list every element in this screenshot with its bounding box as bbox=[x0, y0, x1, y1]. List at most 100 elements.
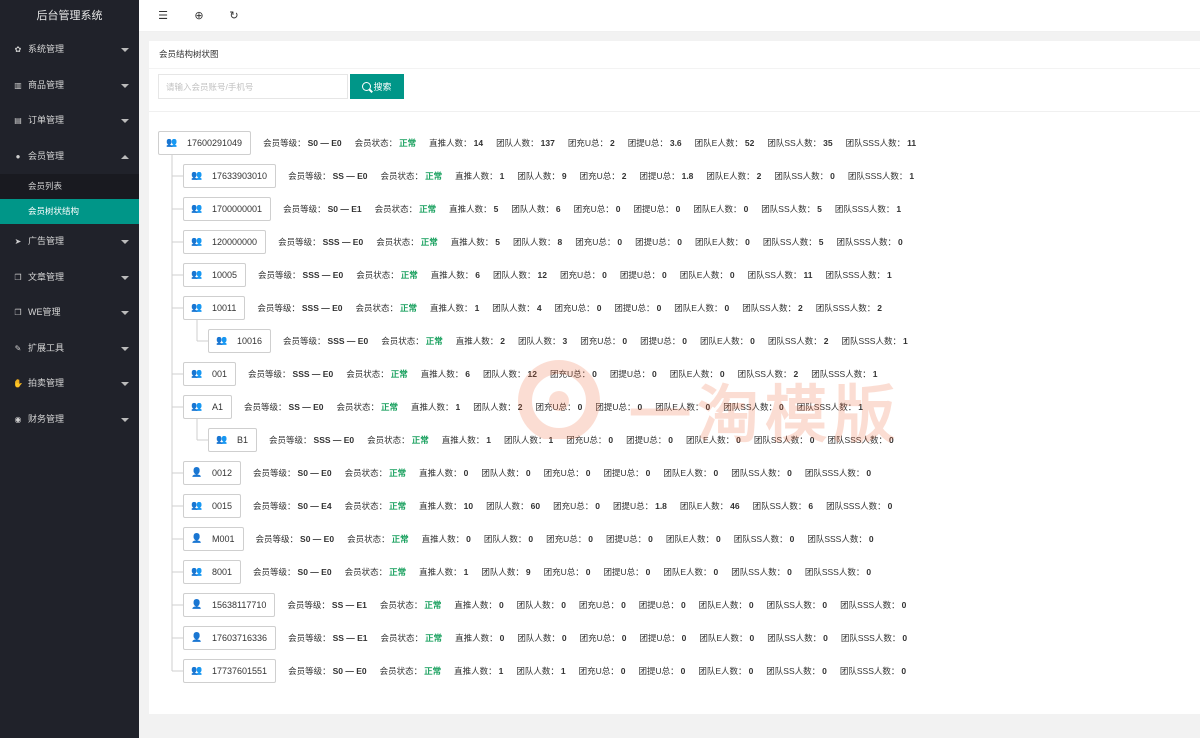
field-value-team-ss: 0 bbox=[809, 435, 815, 445]
field-label: 团队SS人数： bbox=[737, 369, 792, 379]
field-value-withdraw: 0 bbox=[680, 600, 686, 610]
sidebar-item[interactable]: ▤ 订单管理 bbox=[0, 103, 139, 139]
field-value-level: S0 — E1 bbox=[327, 204, 362, 214]
field-label: 团提U总： bbox=[627, 138, 668, 148]
field-value-team-sss: 1 bbox=[886, 270, 892, 280]
sidebar-subitem[interactable]: 会员列表 bbox=[0, 174, 139, 199]
chevron-down-icon bbox=[121, 240, 129, 244]
tree-node[interactable]: 👥 17737601551 bbox=[183, 659, 277, 683]
users-icon: 👥 bbox=[191, 666, 203, 676]
tree-node[interactable]: 👥 10016 bbox=[208, 329, 272, 353]
field-value-team: 9 bbox=[561, 171, 567, 181]
member-account: 17603716336 bbox=[212, 633, 268, 643]
tree-node[interactable]: 👥 120000000 bbox=[183, 230, 267, 254]
tree-node[interactable]: 👤 15638117710 bbox=[183, 593, 276, 617]
field-label: 团队人数： bbox=[517, 171, 560, 181]
field-label: 团队人数： bbox=[511, 204, 554, 214]
user-icon: 👤 bbox=[191, 468, 203, 478]
field-value-recharge: 0 bbox=[608, 435, 614, 445]
sidebar-item[interactable]: ✋ 拍卖管理 bbox=[0, 366, 139, 402]
field-label: 会员状态： bbox=[344, 567, 388, 577]
sidebar-item[interactable]: ▥ 商品管理 bbox=[0, 68, 139, 104]
field-label: 团队E人数： bbox=[669, 369, 718, 379]
field-value-level: S0 — E0 bbox=[297, 468, 332, 478]
tree-node[interactable]: 👥 8001 bbox=[183, 560, 242, 584]
list-icon: ▤ bbox=[14, 116, 22, 125]
field-value-direct: 0 bbox=[499, 633, 505, 643]
field-value-team: 12 bbox=[527, 369, 537, 379]
tree-node[interactable]: 👥 B1 bbox=[208, 428, 258, 452]
field-label: 会员等级： bbox=[253, 567, 296, 577]
field-value-withdraw: 0 bbox=[682, 336, 687, 346]
field-label: 团充U总： bbox=[575, 237, 616, 247]
member-account: 0012 bbox=[212, 468, 233, 478]
field-value-team-ss: 0 bbox=[822, 600, 828, 610]
refresh-icon[interactable]: ↻ bbox=[226, 8, 242, 24]
field-value-level: SSS — E0 bbox=[302, 270, 344, 280]
field-label: 团队SSS人数： bbox=[840, 600, 900, 610]
member-info: 会员等级： S0 — E0 会员状态： 正常 直推人数： 14 团队人数： 137 团充U总： 2… bbox=[263, 137, 929, 149]
field-value-withdraw: 0 bbox=[668, 435, 673, 445]
field-value-level: SSS — E0 bbox=[313, 435, 355, 445]
tree-node[interactable]: 👥 10011 bbox=[183, 296, 246, 320]
field-label: 团队SSS人数： bbox=[804, 567, 865, 577]
field-value-team-ss: 2 bbox=[823, 336, 829, 346]
field-label: 团提U总： bbox=[603, 567, 644, 577]
wrench-icon: ✎ bbox=[14, 343, 22, 353]
field-value-team-sss: 1 bbox=[902, 336, 908, 346]
tree-node[interactable]: 👥 001 bbox=[183, 362, 237, 386]
tree-node-row: 👥 10016 会员等级： SSS — E0 会员状态： 正常 直推人数： 2 团队人数： 3 团充… bbox=[208, 329, 921, 353]
tree-node[interactable]: 👥 10005 bbox=[183, 263, 247, 287]
field-value-level: SS — E1 bbox=[331, 600, 367, 610]
sidebar-item[interactable]: ◉ 财务管理 bbox=[0, 402, 139, 438]
field-value-team-sss: 1 bbox=[909, 171, 915, 181]
sidebar-item[interactable]: ● 会员管理 bbox=[0, 139, 139, 175]
tree-node[interactable]: 👥 A1 bbox=[183, 395, 233, 419]
tree-node[interactable]: 👥 1700000001 bbox=[183, 197, 272, 221]
field-value-level: SSS — E0 bbox=[322, 237, 364, 247]
tree-node[interactable]: 👥 0015 bbox=[183, 494, 242, 518]
field-label: 会员等级： bbox=[263, 138, 306, 148]
field-value-direct: 0 bbox=[498, 600, 504, 610]
field-value-team-ss: 0 bbox=[822, 666, 827, 676]
field-value-team-e: 0 bbox=[748, 600, 754, 610]
sidebar-item-label: 财务管理 bbox=[28, 413, 65, 424]
field-value-status: 正常 bbox=[411, 435, 429, 445]
field-label: 团队SS人数： bbox=[767, 336, 822, 346]
member-account: 17633903010 bbox=[212, 171, 268, 181]
field-label: 直推人数： bbox=[429, 138, 472, 148]
field-label: 会员等级： bbox=[255, 534, 299, 544]
field-value-direct: 1 bbox=[486, 435, 491, 445]
sidebar-item[interactable]: ❐ WE管理 bbox=[0, 295, 139, 331]
sidebar-item[interactable]: ✿ 系统管理 bbox=[0, 32, 139, 68]
sidebar-item[interactable]: ✎ 扩展工具 bbox=[0, 331, 139, 367]
field-value-status: 正常 bbox=[425, 633, 443, 643]
sidebar-item[interactable]: ➤ 广告管理 bbox=[0, 224, 139, 260]
tree-node[interactable]: 👤 M001 bbox=[183, 527, 244, 551]
field-value-team: 2 bbox=[517, 402, 523, 412]
field-value-team: 8 bbox=[557, 237, 563, 247]
tree-node[interactable]: 👤 17603716336 bbox=[183, 626, 277, 650]
copy-icon: ❐ bbox=[14, 272, 22, 282]
field-label: 直推人数： bbox=[455, 171, 498, 181]
member-info: 会员等级： SSS — E0 会员状态： 正常 直推人数： 6 团队人数： 12 团充U总： 0 团… bbox=[258, 269, 905, 281]
field-value-team: 0 bbox=[525, 468, 531, 478]
member-account: M001 bbox=[212, 534, 235, 544]
sidebar-subitem[interactable]: 会员树状结构 bbox=[0, 199, 139, 224]
tree-node[interactable]: 👥 17600291049 bbox=[158, 131, 252, 155]
field-value-withdraw: 0 bbox=[645, 468, 651, 478]
chevron-down-icon bbox=[121, 48, 129, 52]
menu-toggle-icon[interactable]: ☰ bbox=[155, 8, 171, 24]
field-value-withdraw: 0 bbox=[651, 369, 657, 379]
tree-node[interactable]: 👥 17633903010 bbox=[183, 164, 277, 188]
field-value-status: 正常 bbox=[389, 501, 407, 511]
field-label: 直推人数： bbox=[454, 600, 497, 610]
globe-icon[interactable]: ⊕ bbox=[191, 8, 207, 24]
member-account: A1 bbox=[212, 402, 224, 412]
user-icon: 👤 bbox=[191, 534, 203, 544]
sidebar-item-label: 文章管理 bbox=[28, 271, 65, 282]
field-value-team-sss: 0 bbox=[866, 567, 872, 577]
sidebar-item[interactable]: ❐ 文章管理 bbox=[0, 260, 139, 296]
tree-node[interactable]: 👤 0012 bbox=[183, 461, 242, 485]
tree-node-row: 👤 17603716336 会员等级： SS — E1 会员状态： 正常 直推人数： 0 团队人… bbox=[183, 626, 920, 650]
